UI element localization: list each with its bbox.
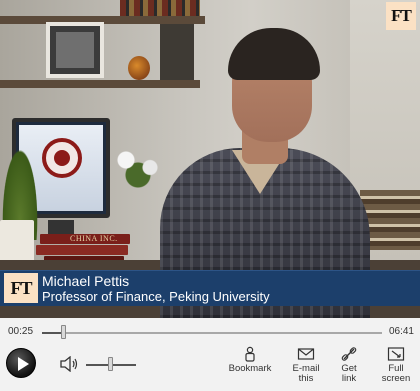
ft-logo-watermark: FT [386,2,416,30]
speaker-icon[interactable] [60,356,78,372]
player-control-bar: 00:25 06:41 Bookmark E-mail this Get lin… [0,318,420,391]
full-screen-label: Full screen [381,363,411,384]
get-link-button[interactable]: Get link [332,346,366,384]
total-duration: 06:41 [388,326,414,337]
link-icon [341,347,357,361]
envelope-icon [297,348,315,360]
top-shelf-books [120,0,200,16]
full-screen-icon [387,347,405,361]
seek-progress [42,332,64,334]
current-time: 00:25 [8,326,34,337]
monitor-stand [48,220,74,234]
flower-vase [108,140,168,190]
university-seal-logo [42,138,82,178]
framed-photo [46,22,104,78]
bookmark-icon [245,346,255,362]
play-button[interactable] [6,348,36,378]
seek-handle[interactable] [61,325,67,339]
shelf-binder [160,24,194,80]
speaker-title: Professor of Finance, Peking University [42,289,270,304]
book-title: CHINA INC. [70,234,118,243]
get-link-label: Get link [341,363,357,384]
volume-handle[interactable] [108,357,113,371]
bookmark-button[interactable]: Bookmark [226,346,274,374]
email-this-button[interactable]: E-mail this [286,346,326,384]
book-red [36,245,128,255]
speaker-name: Michael Pettis [42,273,130,289]
bookmark-label: Bookmark [228,363,272,374]
lower-shelf [0,80,200,88]
seek-bar[interactable] [42,332,382,334]
shelf-ornament [128,56,150,80]
email-this-label: E-mail this [292,363,320,384]
ft-logo-lower-third: FT [4,273,38,303]
full-screen-button[interactable]: Full screen [374,346,418,384]
